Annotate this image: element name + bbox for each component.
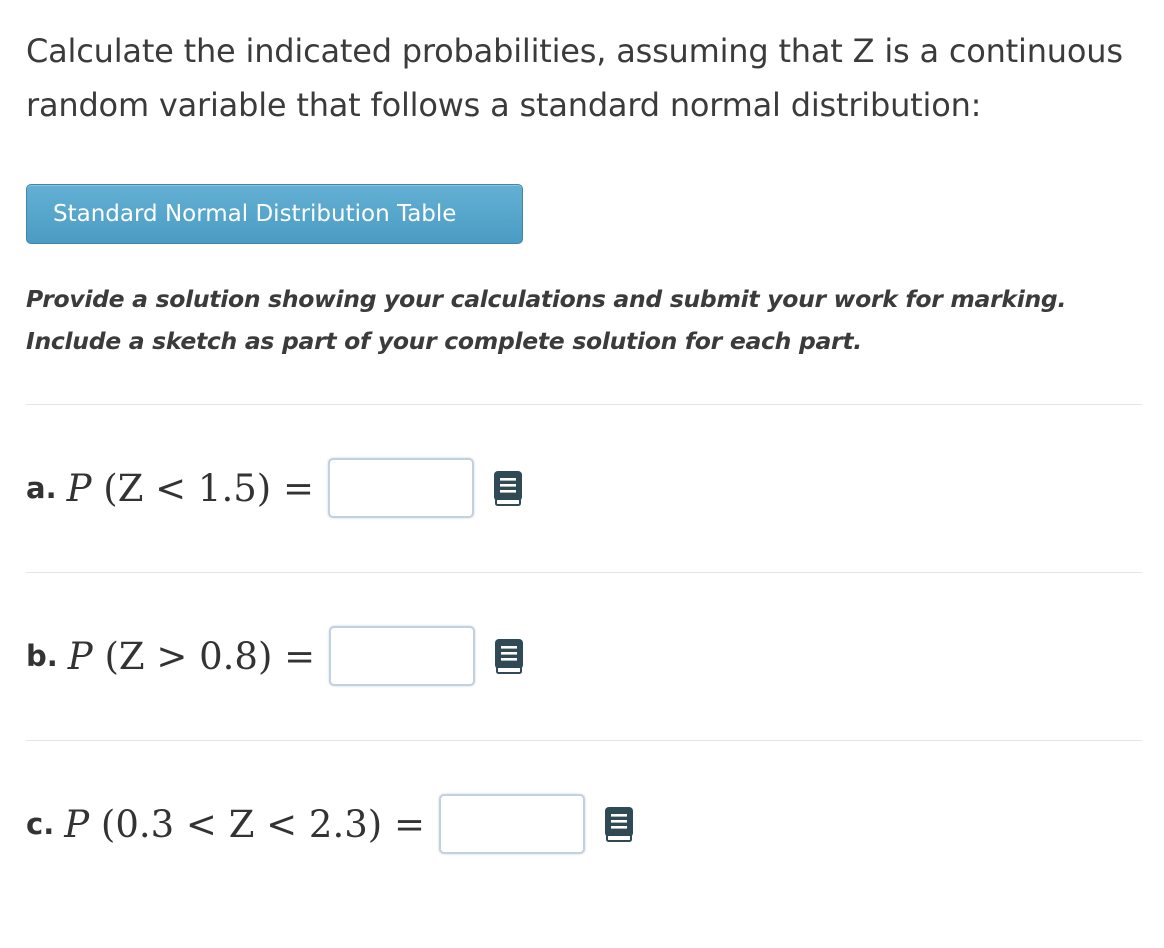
question-intro: Calculate the indicated probabilities, a… [26, 32, 1123, 124]
notebook-icon[interactable] [492, 469, 524, 507]
part-a: a. P (Z < 1.5) = [26, 456, 524, 520]
standard-normal-table-button[interactable]: Standard Normal Distribution Table [26, 184, 523, 244]
expression-text: (Z > 0.8) = [92, 634, 316, 678]
expression-text: (0.3 < Z < 2.3) = [89, 802, 425, 846]
probability-expression: P (Z > 0.8) = [68, 635, 315, 678]
part-letter: c. [26, 807, 55, 841]
divider [26, 572, 1142, 573]
answer-input-a[interactable] [327, 458, 474, 518]
instructions-line-1: Provide a solution showing your calculat… [26, 285, 1067, 313]
part-c: c. P (0.3 < Z < 2.3) = [26, 792, 635, 856]
answer-input-b[interactable] [329, 626, 476, 686]
part-letter: a. [26, 471, 57, 505]
notebook-icon[interactable] [603, 805, 635, 843]
probability-expression: P (Z < 1.5) = [67, 467, 314, 510]
divider [26, 404, 1142, 405]
notebook-icon[interactable] [493, 637, 525, 675]
probability-symbol: P [67, 634, 93, 678]
probability-symbol: P [64, 802, 90, 846]
expression-text: (Z < 1.5) = [91, 466, 314, 510]
part-b: b. P (Z > 0.8) = [26, 624, 525, 688]
part-letter: b. [26, 639, 58, 673]
divider [26, 740, 1142, 741]
instructions: Provide a solution showing your calculat… [26, 278, 1156, 362]
probability-expression: P (0.3 < Z < 2.3) = [64, 803, 425, 846]
answer-input-c[interactable] [438, 794, 585, 854]
probability-symbol: P [66, 466, 92, 510]
instructions-line-2: Include a sketch as part of your complet… [26, 327, 862, 355]
